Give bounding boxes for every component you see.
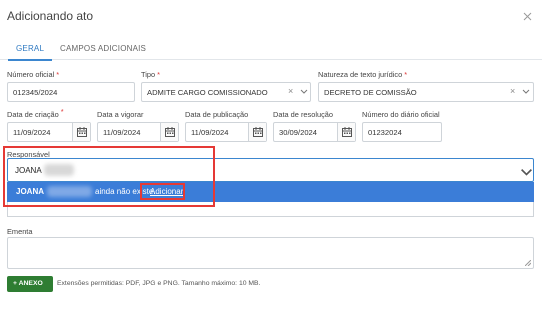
chevron-down-icon[interactable] (300, 89, 308, 95)
natureza-label: Natureza de texto jurídico * (318, 70, 408, 79)
tab-bar: GERAL CAMPOS ADICIONAIS (0, 36, 542, 61)
add-attachment-button[interactable]: + ANEXO (7, 276, 53, 292)
close-icon[interactable] (523, 12, 532, 21)
tipo-label: Tipo * (141, 70, 160, 79)
data-criacao-label: Data de criação * (7, 107, 64, 119)
dialog-title: Adicionando ato (7, 9, 94, 23)
attachment-hint: Extensões permitidas: PDF, JPG e PNG. Ta… (57, 280, 261, 287)
data-resolucao-input[interactable]: 30/09/2024 (273, 122, 356, 142)
data-vigorar-label: Data a vigorar (97, 110, 144, 119)
ementa-label: Ementa (7, 227, 33, 236)
tab-campos-adicionais[interactable]: CAMPOS ADICIONAIS (60, 44, 146, 53)
data-resolucao-label: Data de resolução (273, 110, 333, 119)
numero-oficial-input[interactable]: 012345/2024 (7, 82, 135, 102)
data-criacao-input[interactable]: 11/09/2024 (7, 122, 91, 142)
tipo-select[interactable]: ADMITE CARGO COMISSIONADO × (141, 82, 311, 102)
numero-diario-label: Número do diário oficial (362, 110, 440, 119)
calendar-icon[interactable] (337, 123, 355, 141)
chevron-down-icon[interactable] (522, 89, 530, 95)
highlight-box-adicionar (140, 183, 185, 200)
natureza-select[interactable]: DECRETO DE COMISSÃO × (318, 82, 534, 102)
calendar-icon[interactable] (248, 123, 266, 141)
resize-grip-icon[interactable] (525, 260, 531, 266)
calendar-icon[interactable] (72, 123, 90, 141)
numero-oficial-label: Número oficial * (7, 70, 60, 79)
calendar-icon[interactable] (160, 123, 178, 141)
clear-icon[interactable]: × (288, 86, 293, 96)
ementa-textarea[interactable] (7, 237, 534, 269)
clear-icon[interactable]: × (510, 86, 515, 96)
data-vigorar-input[interactable]: 11/09/2024 (97, 122, 179, 142)
data-publicacao-label: Data de publicação (185, 110, 249, 119)
tab-geral[interactable]: GERAL (7, 44, 53, 61)
chevron-down-icon[interactable] (520, 168, 533, 178)
data-publicacao-input[interactable]: 11/09/2024 (185, 122, 267, 142)
numero-diario-input[interactable]: 01232024 (362, 122, 442, 142)
